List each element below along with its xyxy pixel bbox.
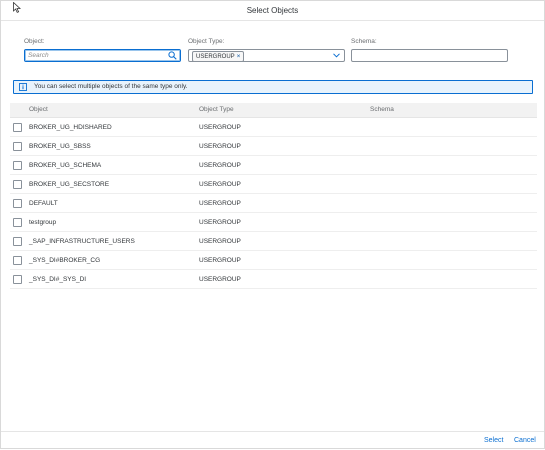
schema-input[interactable] — [351, 49, 508, 62]
row-object: DEFAULT — [29, 200, 58, 207]
token-remove-icon[interactable]: × — [237, 53, 241, 60]
table-row[interactable]: BROKER_UG_SBSS USERGROUP — [10, 137, 537, 156]
row-checkbox[interactable] — [13, 180, 22, 189]
object-label: Object: — [24, 38, 45, 45]
table-row[interactable]: DEFAULT USERGROUP — [10, 194, 537, 213]
row-object-type: USERGROUP — [199, 257, 241, 264]
column-header-schema[interactable]: Schema — [370, 103, 394, 117]
row-object: BROKER_UG_SCHEMA — [29, 162, 102, 169]
row-object: BROKER_UG_SECSTORE — [29, 181, 110, 188]
column-header-object[interactable]: Object — [29, 103, 48, 117]
row-object-type: USERGROUP — [199, 238, 241, 245]
filter-bar: Object: Object Type: Schema: USERGROUP× — [1, 38, 544, 64]
row-object-type: USERGROUP — [199, 162, 241, 169]
row-checkbox[interactable] — [13, 218, 22, 227]
select-objects-dialog: Select Objects Object: Object Type: Sche… — [0, 0, 545, 449]
row-object-type: USERGROUP — [199, 219, 241, 226]
row-checkbox[interactable] — [13, 199, 22, 208]
object-search-input[interactable] — [28, 50, 166, 61]
info-strip: You can select multiple objects of the s… — [13, 80, 533, 94]
row-checkbox[interactable] — [13, 237, 22, 246]
table-row[interactable]: _SAP_INFRASTRUCTURE_USERS USERGROUP — [10, 232, 537, 251]
row-checkbox[interactable] — [13, 256, 22, 265]
table-row[interactable]: testgroup USERGROUP — [10, 213, 537, 232]
dialog-header: Select Objects — [1, 1, 544, 21]
cancel-button[interactable]: Cancel — [514, 432, 536, 450]
row-object-type: USERGROUP — [199, 143, 241, 150]
row-object: testgroup — [29, 219, 57, 226]
column-header-object-type[interactable]: Object Type — [199, 103, 234, 117]
row-object: _SYS_DI#_SYS_DI — [29, 276, 87, 283]
table-row[interactable]: _SYS_DI#_SYS_DI USERGROUP — [10, 270, 537, 289]
info-icon — [19, 83, 27, 91]
row-checkbox[interactable] — [13, 275, 22, 284]
object-type-token-text: USERGROUP — [196, 54, 235, 60]
row-object: BROKER_UG_SBSS — [29, 143, 91, 150]
row-checkbox[interactable] — [13, 123, 22, 132]
schema-input-value — [352, 58, 355, 65]
table-row[interactable]: BROKER_UG_SCHEMA USERGROUP — [10, 156, 537, 175]
select-button[interactable]: Select — [484, 432, 503, 450]
row-object-type: USERGROUP — [199, 276, 241, 283]
table-header: Object Object Type Schema — [10, 103, 537, 118]
row-object-type: USERGROUP — [199, 181, 241, 188]
objects-table: Object Object Type Schema BROKER_UG_HDIS… — [10, 103, 537, 289]
dialog-title: Select Objects — [246, 6, 299, 15]
row-object: _SYS_DI#BROKER_CG — [29, 257, 101, 264]
table-row[interactable]: BROKER_UG_SECSTORE USERGROUP — [10, 175, 537, 194]
row-object: _SAP_INFRASTRUCTURE_USERS — [29, 238, 135, 245]
row-object-type: USERGROUP — [199, 124, 241, 131]
search-icon[interactable] — [168, 51, 177, 60]
object-search-field[interactable] — [24, 49, 181, 62]
schema-label: Schema: — [351, 38, 377, 45]
table-row[interactable]: BROKER_UG_HDISHARED USERGROUP — [10, 118, 537, 137]
row-object-type: USERGROUP — [199, 200, 241, 207]
row-object: BROKER_UG_HDISHARED — [29, 124, 112, 131]
object-type-token[interactable]: USERGROUP × — [192, 51, 245, 62]
row-checkbox[interactable] — [13, 142, 22, 151]
info-message: You can select multiple objects of the s… — [34, 83, 188, 90]
row-checkbox[interactable] — [13, 161, 22, 170]
chevron-down-icon[interactable] — [333, 53, 340, 58]
object-type-label: Object Type: — [188, 38, 225, 45]
object-type-multicombobox[interactable]: USERGROUP × — [188, 49, 345, 62]
table-row[interactable]: _SYS_DI#BROKER_CG USERGROUP — [10, 251, 537, 270]
dialog-footer: Select Cancel — [1, 431, 544, 450]
